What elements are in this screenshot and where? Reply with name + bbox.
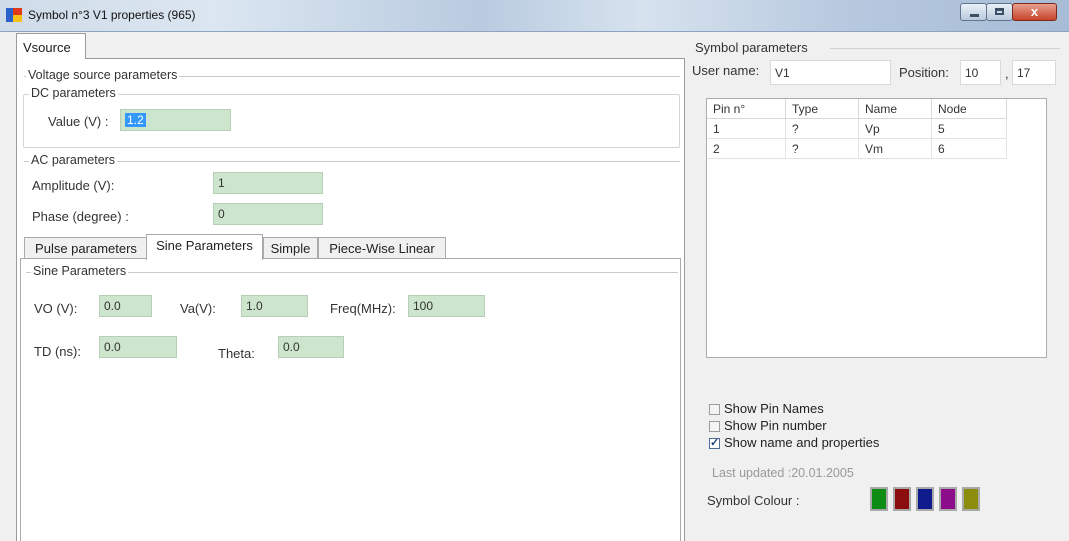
dc-value-input[interactable]: 1.2 xyxy=(120,109,231,131)
show-name-and-properties-label: Show name and properties xyxy=(724,435,880,450)
sine-parameters-legend: Sine Parameters xyxy=(31,264,129,278)
header-type[interactable]: Type xyxy=(785,99,859,119)
dc-parameters-legend: DC parameters xyxy=(29,86,118,100)
theta-label: Theta: xyxy=(218,346,255,361)
maximize-button[interactable] xyxy=(986,3,1013,21)
show-pin-names-checkbox[interactable] xyxy=(709,404,720,415)
va-label: Va(V): xyxy=(180,301,216,316)
table-row[interactable]: 2 ? Vm 6 xyxy=(707,138,1007,159)
close-icon: x xyxy=(1030,4,1039,19)
freq-input[interactable]: 100 xyxy=(408,295,485,317)
cell-node: 6 xyxy=(931,138,1007,159)
cell-type: ? xyxy=(785,138,859,159)
show-pin-number-checkbox[interactable] xyxy=(709,421,720,432)
app-icon xyxy=(6,8,22,22)
show-name-and-properties-checkbox[interactable] xyxy=(709,436,720,449)
header-pin-number[interactable]: Pin n° xyxy=(707,99,786,119)
dc-value-text: 1.2 xyxy=(125,113,146,127)
colour-swatch-purple[interactable] xyxy=(939,487,957,511)
position-y-input[interactable]: 17 xyxy=(1012,60,1056,85)
position-separator: , xyxy=(1005,66,1009,81)
user-name-label: User name: xyxy=(692,63,760,78)
phase-input[interactable]: 0 xyxy=(213,203,323,225)
cell-pin-number: 2 xyxy=(707,138,786,159)
header-node[interactable]: Node xyxy=(931,99,1007,119)
maximize-icon xyxy=(995,8,1004,15)
colour-swatch-green[interactable] xyxy=(870,487,888,511)
tab-piece-wise-linear[interactable]: Piece-Wise Linear xyxy=(318,237,446,259)
vo-input[interactable]: 0.0 xyxy=(99,295,152,317)
colour-swatch-olive[interactable] xyxy=(962,487,980,511)
dc-value-label: Value (V) : xyxy=(48,114,109,129)
ac-parameters-legend: AC parameters xyxy=(29,153,118,167)
amplitude-input[interactable]: 1 xyxy=(213,172,323,194)
user-name-input[interactable]: V1 xyxy=(770,60,891,85)
theta-input[interactable]: 0.0 xyxy=(278,336,344,358)
symbol-parameters-line xyxy=(830,48,1060,49)
va-input[interactable]: 1.0 xyxy=(241,295,308,317)
cell-name: Vm xyxy=(858,138,932,159)
minimize-button[interactable] xyxy=(960,3,987,21)
phase-label: Phase (degree) : xyxy=(32,209,129,224)
position-x-input[interactable]: 10 xyxy=(960,60,1001,85)
td-label: TD (ns): xyxy=(34,344,81,359)
amplitude-label: Amplitude (V): xyxy=(32,178,115,193)
colour-swatch-navy[interactable] xyxy=(916,487,934,511)
ac-parameters-group-line xyxy=(24,161,680,162)
pin-table-header: Pin n° Type Name Node xyxy=(707,99,1007,119)
window-title: Symbol n°3 V1 properties (965) xyxy=(28,8,196,22)
cell-node: 5 xyxy=(931,118,1007,139)
tab-sine-parameters[interactable]: Sine Parameters xyxy=(146,234,263,260)
last-updated-text: Last updated :20.01.2005 xyxy=(712,466,854,480)
position-label: Position: xyxy=(899,65,949,80)
td-input[interactable]: 0.0 xyxy=(99,336,177,358)
pin-table: Pin n° Type Name Node 1 ? Vp 5 2 ? Vm 6 xyxy=(706,98,1047,358)
show-pin-names-label: Show Pin Names xyxy=(724,401,824,416)
tab-pulse-parameters[interactable]: Pulse parameters xyxy=(24,237,148,259)
cell-type: ? xyxy=(785,118,859,139)
tab-simple[interactable]: Simple xyxy=(263,237,318,259)
header-name[interactable]: Name xyxy=(858,99,932,119)
show-pin-number-label: Show Pin number xyxy=(724,418,827,433)
voltage-source-legend: Voltage source parameters xyxy=(26,68,180,82)
cell-name: Vp xyxy=(858,118,932,139)
table-row[interactable]: 1 ? Vp 5 xyxy=(707,118,1007,139)
freq-label: Freq(MHz): xyxy=(330,301,396,316)
symbol-colour-label: Symbol Colour : xyxy=(707,493,800,508)
pin-table-grid: Pin n° Type Name Node 1 ? Vp 5 2 ? Vm 6 xyxy=(707,99,1007,159)
close-button[interactable]: x xyxy=(1012,3,1057,21)
symbol-parameters-title: Symbol parameters xyxy=(695,40,808,55)
tab-vsource[interactable]: Vsource xyxy=(16,33,86,59)
cell-pin-number: 1 xyxy=(707,118,786,139)
colour-swatch-darkred[interactable] xyxy=(893,487,911,511)
vo-label: VO (V): xyxy=(34,301,78,316)
tab-vsource-label: Vsource xyxy=(23,40,71,55)
minimize-icon xyxy=(970,14,979,17)
